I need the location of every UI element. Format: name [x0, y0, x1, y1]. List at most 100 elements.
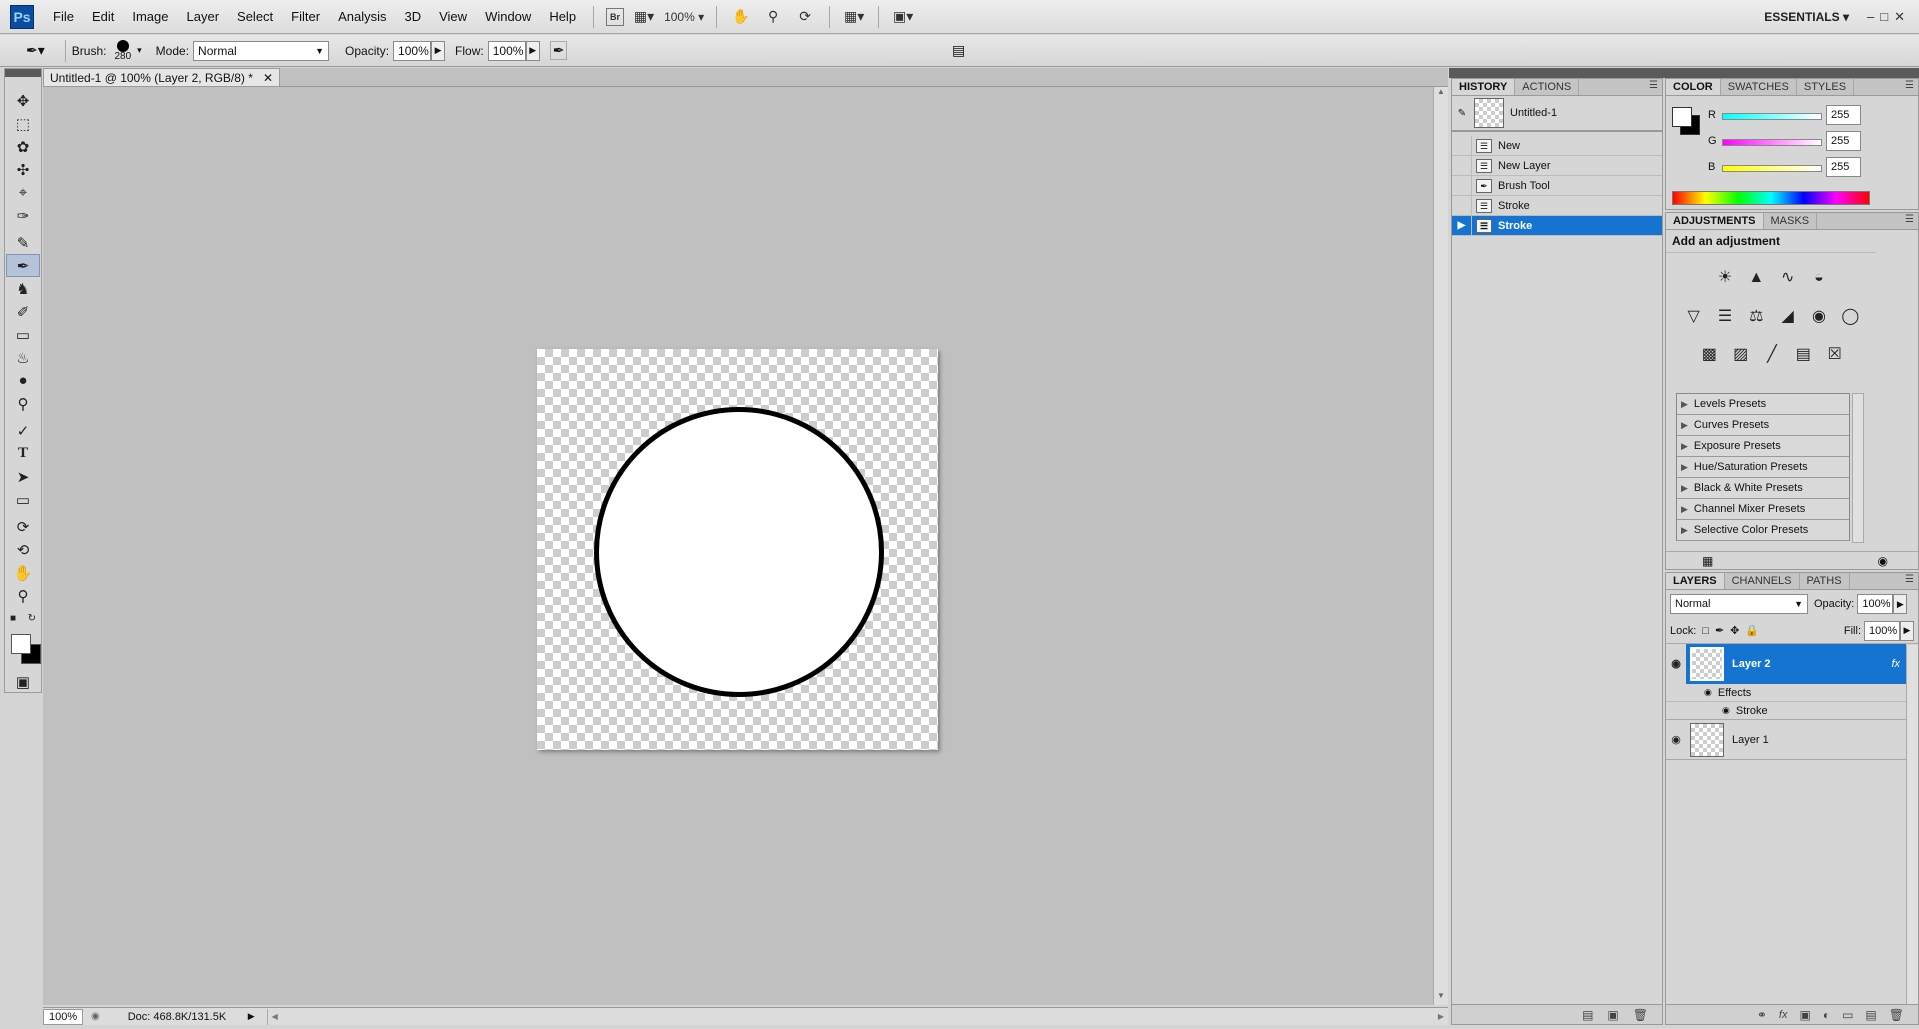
- flow-input[interactable]: 100%: [487, 40, 526, 61]
- clone-stamp-tool-icon[interactable]: ♞: [6, 277, 40, 300]
- panel-menu-icon[interactable]: ☰: [1905, 574, 1914, 585]
- color-swatches[interactable]: [9, 632, 41, 668]
- tab-history[interactable]: HISTORY: [1452, 79, 1516, 95]
- delete-icon[interactable]: 🗑: [1633, 1008, 1648, 1022]
- photo-filter-icon[interactable]: ◉: [1807, 304, 1831, 328]
- panel-menu-icon[interactable]: ☰: [1649, 80, 1658, 91]
- move-tool-icon[interactable]: ✥: [6, 89, 40, 112]
- add-mask-icon[interactable]: ▣: [1799, 1008, 1810, 1022]
- tab-adjustments[interactable]: ADJUSTMENTS: [1666, 213, 1764, 229]
- panel-menu-icon[interactable]: ☰: [1905, 80, 1914, 91]
- layer-opacity-input[interactable]: 100%: [1857, 594, 1894, 614]
- history-snapshot[interactable]: ✎ Untitled-1: [1452, 96, 1662, 132]
- pen-tool-icon[interactable]: ✓: [6, 419, 40, 442]
- color-balance-icon[interactable]: ⚖: [1744, 304, 1768, 328]
- red-value-input[interactable]: 255: [1826, 105, 1861, 125]
- color-spectrum-ramp[interactable]: [1672, 191, 1870, 205]
- brush-panel-toggle-icon[interactable]: ▤: [952, 42, 965, 59]
- preset-item[interactable]: ▶ Black & White Presets: [1677, 478, 1849, 499]
- menu-edit[interactable]: Edit: [83, 0, 123, 34]
- effect-stroke-row[interactable]: ◉ Stroke: [1666, 702, 1906, 720]
- status-menu-arrow-icon[interactable]: ▶: [248, 1011, 255, 1022]
- screen-mode-icon[interactable]: ▣▾: [891, 5, 915, 29]
- menu-3d[interactable]: 3D: [395, 0, 430, 34]
- marquee-tool-icon[interactable]: ⬚: [6, 112, 40, 135]
- fg-color-swatch[interactable]: [1672, 107, 1692, 127]
- flow-slider-button[interactable]: ▶: [525, 40, 540, 61]
- exposure-icon[interactable]: ◒: [1807, 266, 1831, 290]
- history-brush-tool-icon[interactable]: ✐: [6, 300, 40, 323]
- brush-dropdown-icon[interactable]: ▾: [137, 45, 142, 56]
- layer-opacity-slider-button[interactable]: ▶: [1893, 594, 1908, 614]
- preset-item[interactable]: ▶ Curves Presets: [1677, 415, 1849, 436]
- history-state[interactable]: ☰ New: [1452, 135, 1662, 156]
- hand-tool-icon[interactable]: ✋: [729, 5, 753, 29]
- layer-row-selected[interactable]: ◉ Layer 2 fx: [1666, 644, 1906, 684]
- new-adjustment-layer-icon[interactable]: ◐: [1823, 1008, 1830, 1022]
- close-icon[interactable]: ✕: [263, 69, 273, 87]
- tab-styles[interactable]: STYLES: [1797, 79, 1855, 95]
- zoom-tool-icon[interactable]: ⚲: [761, 5, 785, 29]
- tab-paths[interactable]: PATHS: [1800, 573, 1850, 589]
- lock-position-icon[interactable]: ✥: [1730, 624, 1739, 637]
- menu-window[interactable]: Window: [476, 0, 540, 34]
- brightness-contrast-icon[interactable]: ☀: [1713, 265, 1737, 289]
- preset-item[interactable]: ▶ Channel Mixer Presets: [1677, 499, 1849, 520]
- tab-channels[interactable]: CHANNELS: [1725, 573, 1800, 589]
- lock-image-icon[interactable]: ✒: [1715, 624, 1724, 637]
- blur-tool-icon[interactable]: ●: [6, 369, 40, 392]
- threshold-icon[interactable]: ╱: [1760, 342, 1784, 366]
- panel-menu-icon[interactable]: ☰: [1905, 214, 1914, 225]
- opacity-input[interactable]: 100%: [393, 40, 432, 61]
- new-document-from-state-icon[interactable]: ▤: [1582, 1008, 1593, 1022]
- toolbox-grip[interactable]: [5, 69, 41, 77]
- lock-all-icon[interactable]: 🔒: [1745, 624, 1759, 637]
- type-tool-icon[interactable]: T: [6, 442, 40, 465]
- green-value-input[interactable]: 255: [1826, 131, 1861, 151]
- panel-dock-strip[interactable]: [1449, 68, 1919, 78]
- image-canvas[interactable]: [537, 349, 938, 750]
- tool-preset-picker[interactable]: ✒▾: [26, 42, 45, 59]
- document-tab[interactable]: Untitled-1 @ 100% (Layer 2, RGB/8) * ✕: [43, 68, 280, 87]
- lock-transparent-icon[interactable]: □: [1702, 625, 1709, 637]
- stroke-effect-visibility-icon[interactable]: ◉: [1722, 705, 1730, 716]
- vibrance-icon[interactable]: ▽: [1682, 304, 1706, 328]
- default-colors-icon[interactable]: ■ ↻: [6, 607, 40, 630]
- history-brush-source-box[interactable]: [1452, 195, 1472, 216]
- blue-value-input[interactable]: 255: [1826, 157, 1861, 177]
- tab-actions[interactable]: ACTIONS: [1515, 79, 1580, 95]
- fx-icon[interactable]: fx: [1891, 658, 1900, 670]
- menu-filter[interactable]: Filter: [282, 0, 329, 34]
- curves-icon[interactable]: ∿: [1776, 265, 1800, 289]
- new-layer-icon[interactable]: ▤: [1865, 1008, 1876, 1022]
- paint-bucket-tool-icon[interactable]: ♨: [6, 346, 40, 369]
- airbrush-icon[interactable]: ✒: [549, 41, 568, 60]
- snapshot-source-icon[interactable]: ✎: [1452, 108, 1472, 119]
- menu-view[interactable]: View: [430, 0, 476, 34]
- visibility-eye-icon[interactable]: ◉: [1666, 733, 1686, 746]
- history-state-selected[interactable]: ▶ ☰ Stroke: [1452, 215, 1662, 236]
- presets-scrollbar[interactable]: [1852, 393, 1864, 543]
- 3d-orbit-tool-icon[interactable]: ⟲: [6, 538, 40, 561]
- return-to-list-icon[interactable]: ▦: [1702, 554, 1713, 568]
- add-layer-style-icon[interactable]: fx: [1779, 1009, 1788, 1021]
- blend-mode-select[interactable]: Normal ▼: [1670, 594, 1808, 614]
- history-state[interactable]: ✒ Brush Tool: [1452, 175, 1662, 196]
- selective-color-icon[interactable]: ☒: [1823, 342, 1847, 366]
- scroll-up-icon[interactable]: ▲: [1434, 87, 1448, 101]
- menu-help[interactable]: Help: [540, 0, 585, 34]
- lasso-tool-icon[interactable]: ✿: [6, 135, 40, 158]
- fill-slider-button[interactable]: ▶: [1900, 620, 1914, 641]
- brush-picker[interactable]: 280: [114, 39, 131, 62]
- status-info-icon[interactable]: ◉: [91, 1011, 100, 1022]
- tab-color[interactable]: COLOR: [1666, 79, 1721, 95]
- scroll-right-icon[interactable]: ▶: [1438, 1012, 1444, 1021]
- history-brush-source-box[interactable]: [1452, 135, 1472, 156]
- history-brush-source-box[interactable]: [1452, 175, 1472, 196]
- preset-item[interactable]: ▶ Exposure Presets: [1677, 436, 1849, 457]
- brush-tool-icon[interactable]: ✒: [6, 254, 40, 277]
- black-white-icon[interactable]: ◢: [1776, 304, 1800, 328]
- scroll-down-icon[interactable]: ▼: [1434, 991, 1448, 1005]
- preset-item[interactable]: ▶ Levels Presets: [1677, 394, 1849, 415]
- eraser-tool-icon[interactable]: ▭: [6, 323, 40, 346]
